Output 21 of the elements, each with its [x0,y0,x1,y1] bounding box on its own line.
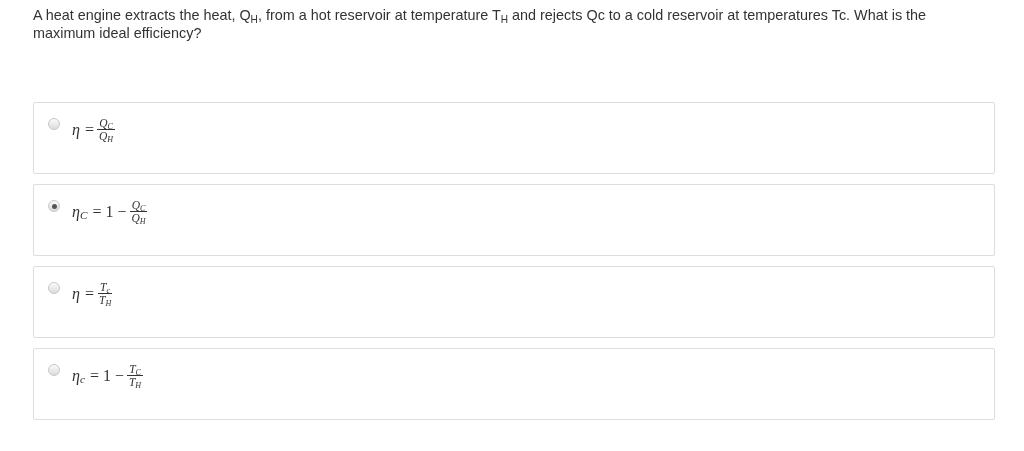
equation-operator: = 1 − [89,366,124,385]
radio-button[interactable] [48,200,60,212]
fraction-numerator: Q$_{C}$ [129,199,148,212]
radio-button[interactable] [48,118,60,130]
efficiency-symbol: η [71,284,81,303]
fraction-denominator: T$_{H}$ [127,376,143,388]
equation-operator: = [84,120,94,139]
radio-button[interactable] [48,282,60,294]
question-text: A heat engine extracts the heat, Q$_{H}$, from a hot reservoir at temperature T$_{H}$ and rejects Qc to a cold reservoir at temperatures Tc. What is the maximum ideal efficiency? [33,6,928,42]
efficiency-symbol: η$_{c}$ [71,366,86,385]
equation-operator: = 1 − [92,202,127,221]
fraction-denominator: T$_{H}$ [97,294,113,306]
efficiency-symbol: η [71,120,81,139]
fraction-denominator: Q$_{H}$ [97,130,115,142]
fraction-numerator: Q$_{C}$ [97,117,115,130]
fraction-numerator: T$_{C}$ [127,363,143,376]
efficiency-symbol: η$_{C}$ [71,202,89,221]
radio-button[interactable] [48,364,60,376]
fraction-denominator: Q$_{H}$ [130,212,147,224]
equation-operator: = [84,284,94,303]
fraction-numerator: T$_{c}$ [98,281,113,294]
